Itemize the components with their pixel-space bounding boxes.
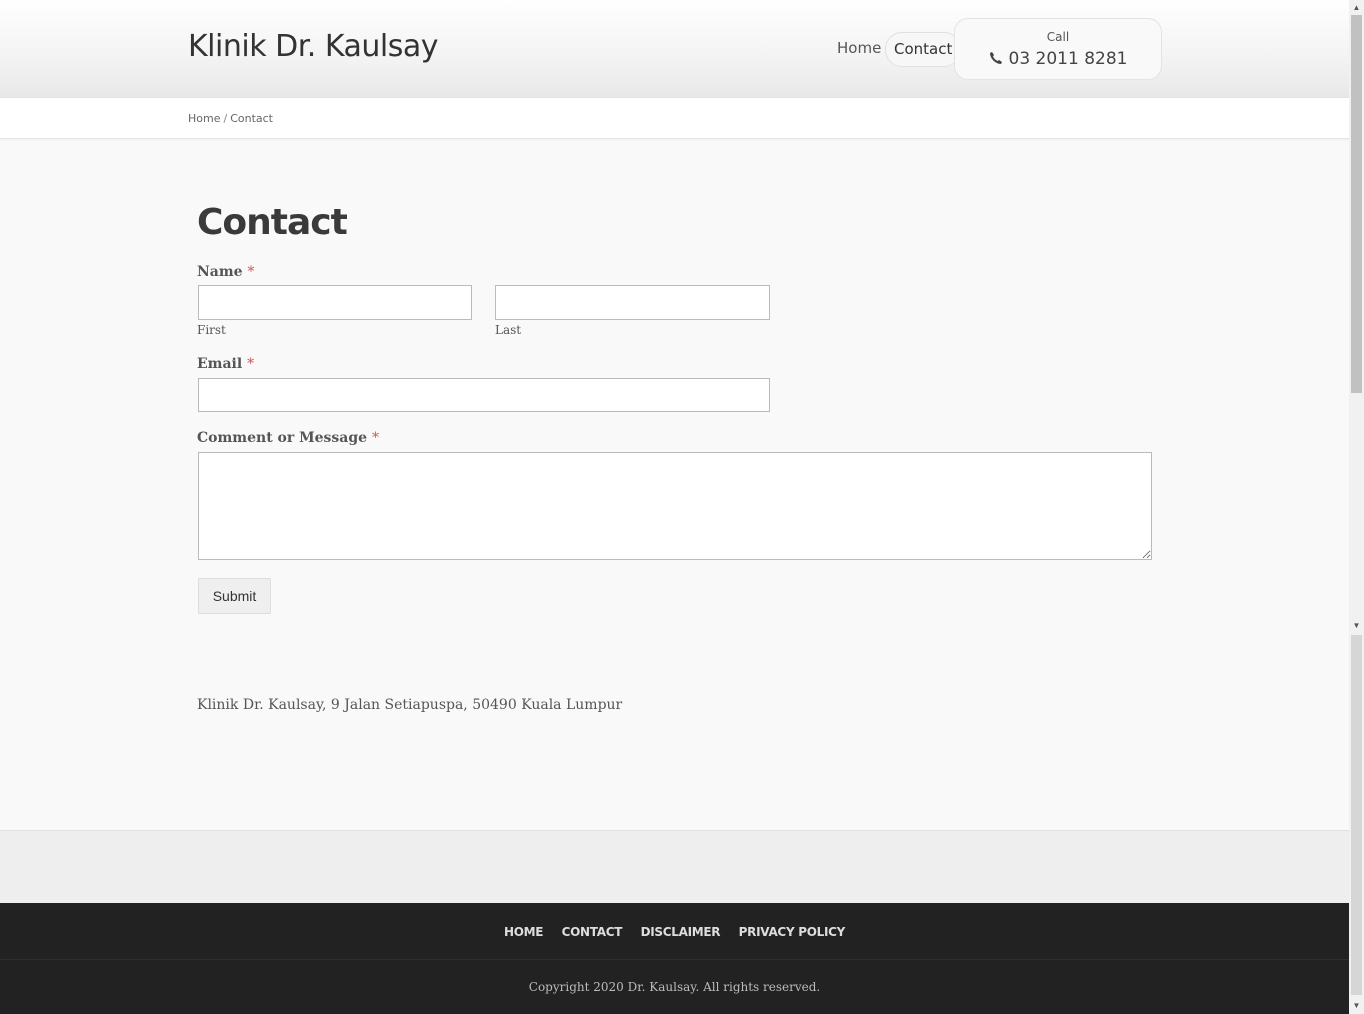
- breadcrumb-bar: Home / Contact: [0, 98, 1349, 139]
- name-label: Name *: [197, 264, 254, 280]
- email-label-text: Email: [197, 356, 243, 372]
- email-input[interactable]: [198, 378, 770, 412]
- call-number-text: 03 2011 8281: [1008, 49, 1128, 69]
- message-label-text: Comment or Message: [197, 430, 368, 446]
- breadcrumb: Home / Contact: [188, 112, 273, 125]
- vertical-scrollbar[interactable]: ▲ ▼ ▼: [1349, 0, 1364, 1014]
- name-required-mark: *: [247, 264, 255, 280]
- first-name-input[interactable]: [198, 285, 472, 320]
- email-label: Email *: [197, 356, 254, 372]
- phone-icon: [989, 50, 1003, 64]
- site-footer: HOME CONTACT DISCLAIMER PRIVACY POLICY C…: [0, 903, 1349, 1014]
- last-name-input[interactable]: [495, 285, 770, 320]
- message-required-mark: *: [371, 430, 379, 446]
- breadcrumb-current: Contact: [230, 112, 273, 125]
- footer-link-disclaimer[interactable]: DISCLAIMER: [641, 903, 721, 961]
- call-number[interactable]: 03 2011 8281: [955, 49, 1161, 69]
- call-box[interactable]: Call 03 2011 8281: [954, 18, 1162, 80]
- site-title[interactable]: Klinik Dr. Kaulsay: [188, 29, 439, 64]
- footer-menu: HOME CONTACT DISCLAIMER PRIVACY POLICY: [0, 903, 1349, 960]
- footer-link-contact[interactable]: CONTACT: [562, 903, 623, 961]
- page: Klinik Dr. Kaulsay Home Contact Call 03 …: [0, 0, 1349, 1014]
- footer-link-home[interactable]: HOME: [504, 903, 543, 961]
- email-required-mark: *: [247, 356, 255, 372]
- breadcrumb-home-link[interactable]: Home: [188, 112, 220, 125]
- name-label-text: Name: [197, 264, 243, 280]
- last-name-sublabel: Last: [495, 323, 522, 337]
- breadcrumb-separator: /: [223, 112, 228, 125]
- site-header: Klinik Dr. Kaulsay Home Contact Call 03 …: [0, 0, 1349, 98]
- nav-contact-link[interactable]: Contact: [885, 32, 962, 67]
- scrollbar-track[interactable]: [1351, 635, 1362, 995]
- page-title: Contact: [197, 202, 348, 243]
- submit-button[interactable]: Submit: [198, 578, 271, 614]
- message-textarea[interactable]: [198, 452, 1152, 560]
- footer-widget-area: [0, 830, 1349, 904]
- scrollbar-thumb[interactable]: [1351, 15, 1362, 393]
- message-label: Comment or Message *: [197, 430, 379, 446]
- scroll-down-arrow-icon[interactable]: ▼: [1349, 618, 1364, 633]
- scroll-up-arrow-icon[interactable]: ▲: [1349, 0, 1364, 15]
- first-name-sublabel: First: [197, 323, 226, 337]
- call-label: Call: [1046, 30, 1070, 44]
- clinic-address: Klinik Dr. Kaulsay, 9 Jalan Setiapuspa, …: [197, 697, 623, 713]
- nav-home-link[interactable]: Home: [829, 32, 889, 65]
- copyright-text: Copyright 2020 Dr. Kaulsay. All rights r…: [528, 980, 821, 994]
- scroll-down-arrow-icon[interactable]: ▼: [1349, 998, 1364, 1013]
- footer-link-privacy-policy[interactable]: PRIVACY POLICY: [739, 903, 846, 961]
